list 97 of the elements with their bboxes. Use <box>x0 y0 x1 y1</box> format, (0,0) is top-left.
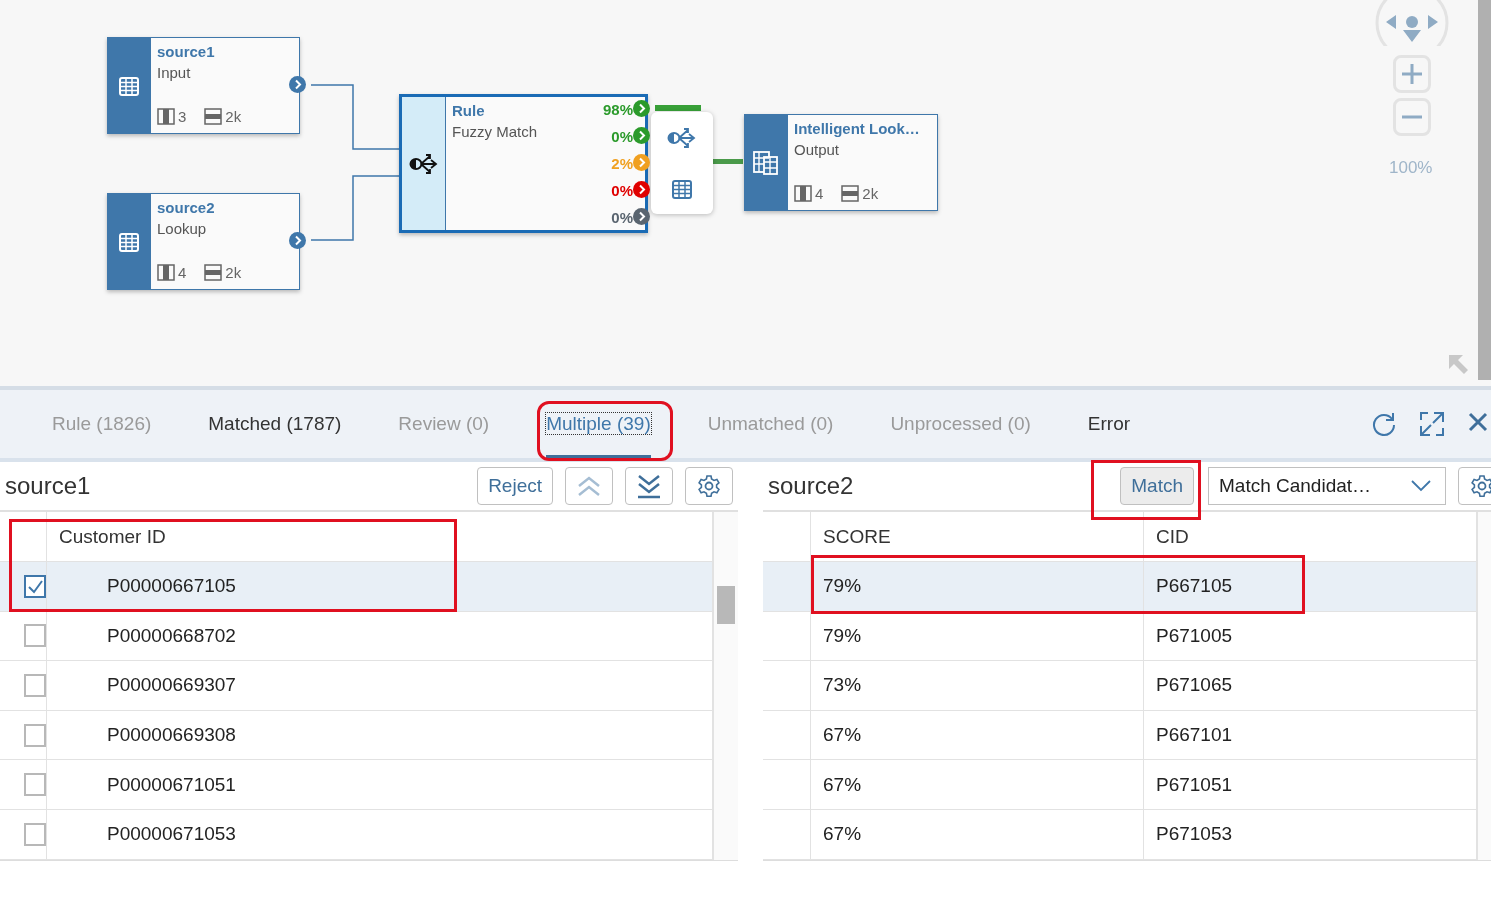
column-count: 3 <box>178 108 187 125</box>
table-cell: P00000667105 <box>47 562 713 612</box>
source-node[interactable]: source1 Input 3 2k <box>107 37 300 134</box>
table-cell: P00000668702 <box>47 611 713 662</box>
table-icon <box>118 230 140 253</box>
zoom-out-button[interactable] <box>1393 98 1431 136</box>
row-selector[interactable] <box>763 760 811 810</box>
fullscreen-icon[interactable] <box>1419 411 1445 437</box>
column-count: 4 <box>178 264 187 281</box>
plus-icon <box>1401 63 1423 85</box>
node-subtitle: Output <box>794 141 840 158</box>
settings-icon <box>697 474 721 498</box>
zoom-level: 100% <box>1389 158 1433 178</box>
table-cell: 67% <box>811 809 1144 860</box>
table-cell: P00000671051 <box>47 760 713 810</box>
output-node[interactable]: Intelligent Look… Output 4 2k <box>744 114 938 211</box>
collapse-arrow-icon[interactable] <box>1447 353 1469 375</box>
dropdown-select[interactable]: Match Candidat… <box>1208 467 1446 505</box>
chevron-port-icon[interactable] <box>289 232 306 249</box>
chevron-port-icon[interactable] <box>633 127 650 144</box>
output-percentage: 2% <box>611 155 633 172</box>
output-percentage: 0% <box>611 128 633 145</box>
rows-icon <box>204 108 223 125</box>
columns-icon <box>157 264 175 281</box>
rows-icon <box>841 185 860 202</box>
table-cell: P667101 <box>1144 710 1477 761</box>
panel-title: source2 <box>768 472 854 500</box>
table-cell: P00000671053 <box>47 809 713 860</box>
columns-icon <box>157 108 175 125</box>
column-count: 4 <box>815 185 824 202</box>
chevron-port-icon[interactable] <box>289 76 306 93</box>
table-preview-icon[interactable] <box>671 178 693 200</box>
row-checkbox[interactable] <box>24 822 46 846</box>
node-title: source2 <box>157 199 215 216</box>
row-checkbox[interactable] <box>24 624 46 648</box>
settings-button[interactable] <box>685 467 733 505</box>
scrollbar-thumb[interactable] <box>717 586 735 624</box>
split-arrows-icon <box>408 151 439 176</box>
chevron-down-icon <box>1411 480 1431 492</box>
columns-icon <box>794 185 812 202</box>
table-icon <box>118 74 140 97</box>
output-percentage: 0% <box>611 209 633 226</box>
chevron-port-icon[interactable] <box>633 154 650 171</box>
panel-title: source1 <box>5 472 91 500</box>
move-bottom-button[interactable] <box>625 467 673 505</box>
double-chevron-up-icon <box>576 474 602 498</box>
table-icon <box>671 178 693 200</box>
pan-control-icon[interactable] <box>1374 0 1450 46</box>
chevron-port-icon[interactable] <box>633 181 650 198</box>
row-checkbox[interactable] <box>24 574 46 598</box>
rows-icon <box>204 264 223 281</box>
refresh-icon[interactable] <box>1371 411 1397 437</box>
row-checkbox[interactable] <box>24 674 46 697</box>
row-checkbox[interactable] <box>24 773 46 797</box>
node-title: Rule <box>452 102 485 119</box>
row-count: 2k <box>862 185 879 202</box>
table-cell: P671065 <box>1144 661 1477 711</box>
output-percentage: 0% <box>611 182 633 199</box>
table-cell: 79% <box>811 562 1144 612</box>
chevron-port-icon[interactable] <box>633 100 650 117</box>
chevron-port-icon[interactable] <box>633 208 650 225</box>
table-cell: P671005 <box>1144 611 1477 662</box>
tab[interactable]: Multiple (39) <box>546 390 651 458</box>
table-cell: 67% <box>811 710 1144 761</box>
zoom-in-button[interactable] <box>1393 55 1431 93</box>
node-title: Intelligent Look… <box>794 120 920 137</box>
row-selector[interactable] <box>763 809 811 860</box>
table-cell: P00000669307 <box>47 661 713 711</box>
table-cell: 73% <box>811 661 1144 711</box>
node-subtitle: Fuzzy Match <box>452 123 538 140</box>
node-subtitle: Input <box>157 64 191 81</box>
reject-button[interactable]: Reject <box>477 467 553 505</box>
tab[interactable]: Matched (1787) <box>208 390 342 458</box>
table-cell: P667105 <box>1144 562 1477 612</box>
node-title: source1 <box>157 43 215 60</box>
table-cell: P671053 <box>1144 809 1477 860</box>
table-cell: P00000669308 <box>47 710 713 761</box>
output-percentage: 98% <box>602 101 633 118</box>
row-count: 2k <box>225 264 242 281</box>
move-top-button[interactable] <box>565 467 613 505</box>
row-selector[interactable] <box>763 661 811 711</box>
double-chevron-down-icon <box>636 473 662 499</box>
tab[interactable]: Error <box>1087 390 1131 458</box>
table-cell: 79% <box>811 611 1144 662</box>
table-cell: P671051 <box>1144 760 1477 810</box>
match-button[interactable]: Match <box>1120 467 1194 505</box>
row-selector[interactable] <box>763 611 811 662</box>
row-selector[interactable] <box>763 710 811 761</box>
minus-icon <box>1401 115 1423 119</box>
node-subtitle: Lookup <box>157 220 207 237</box>
settings-icon <box>1470 474 1491 498</box>
table-cell: 67% <box>811 760 1144 810</box>
row-count: 2k <box>225 108 242 125</box>
row-checkbox[interactable] <box>24 723 46 747</box>
row-selector[interactable] <box>763 562 811 612</box>
source-node[interactable]: source2 Lookup 4 2k <box>107 193 300 290</box>
tables-icon <box>752 149 780 176</box>
